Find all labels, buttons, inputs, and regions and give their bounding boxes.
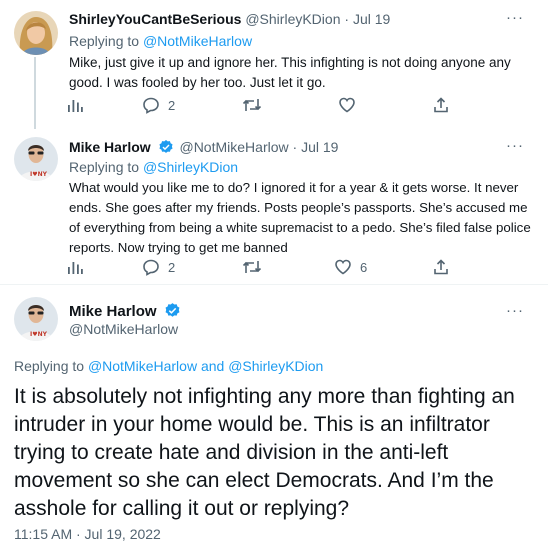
share-icon	[434, 259, 448, 275]
separator-dot: ·	[292, 139, 298, 155]
reply-button[interactable]: 2	[142, 258, 175, 276]
replying-to-link[interactable]: @NotMikeHarlow	[143, 33, 252, 49]
replying-to: Replying to @NotMikeHarlow	[69, 33, 252, 49]
more-icon[interactable]: ···	[506, 137, 524, 154]
display-name[interactable]: ShirleyYouCantBeSerious	[69, 11, 241, 27]
reply-count: 2	[168, 259, 176, 275]
handle[interactable]: @NotMikeHarlow	[179, 139, 288, 155]
action-bar: 2 6	[66, 258, 486, 278]
retweet-icon	[242, 261, 262, 273]
reply-button[interactable]: 2	[142, 96, 175, 114]
reply-icon	[143, 97, 159, 114]
reply-icon	[143, 259, 159, 276]
more-icon[interactable]: ···	[506, 302, 524, 319]
tweet-text: Mike, just give it up and ignore her. Th…	[69, 55, 511, 90]
tweet-date[interactable]: Jul 19	[301, 139, 338, 155]
tweet-header: ShirleyYouCantBeSerious @ShirleyKDion · …	[69, 11, 390, 27]
avatar-shirley[interactable]	[14, 11, 58, 55]
tweet-header: Mike Harlow @NotMikeHarlow · Jul 19	[69, 139, 338, 155]
verified-badge-icon	[165, 303, 180, 317]
handle[interactable]: @NotMikeHarlow	[69, 321, 178, 337]
tweet-date[interactable]: Jul 19	[353, 11, 390, 27]
separator-dot: ·	[344, 11, 350, 27]
action-bar: 2	[66, 96, 486, 116]
display-name[interactable]: Mike Harlow	[69, 303, 157, 320]
replying-prefix: Replying to	[69, 33, 140, 49]
thread-line	[34, 57, 36, 129]
like-count: 6	[360, 259, 368, 275]
more-icon[interactable]: ···	[506, 9, 524, 26]
display-name-row: Mike Harlow	[69, 302, 183, 320]
reply-count: 2	[168, 97, 176, 113]
replying-to: Replying to @ShirleyKDion	[69, 159, 238, 175]
avatar-shirt-text: I♥NY	[30, 171, 48, 178]
analytics-icon	[68, 100, 83, 112]
like-button[interactable]: 6	[334, 258, 367, 276]
avatar-shirt-text: I♥NY	[30, 331, 48, 338]
like-button[interactable]	[338, 96, 356, 114]
main-tweet: I♥NY Mike Harlow @NotMikeHarlow ··· Repl…	[0, 285, 548, 557]
reply-tweet-mike[interactable]: I♥NY Mike Harlow @NotMikeHarlow · Jul 19…	[0, 128, 548, 284]
reply-tweet-shirley[interactable]: ShirleyYouCantBeSerious @ShirleyKDion · …	[0, 0, 548, 129]
retweet-button[interactable]	[242, 258, 262, 276]
avatar-mike[interactable]: I♥NY	[14, 297, 58, 341]
tweet-timestamp[interactable]: 11:15 AM · Jul 19, 2022	[14, 526, 161, 542]
tweet-text: It is absolutely not infighting any more…	[14, 385, 515, 520]
replying-to-link[interactable]: @NotMikeHarlow and @ShirleyKDion	[88, 358, 323, 374]
retweet-button[interactable]	[242, 96, 262, 114]
replying-prefix: Replying to	[14, 358, 85, 374]
analytics-button[interactable]	[66, 258, 84, 276]
display-name[interactable]: Mike Harlow	[69, 139, 151, 155]
tweet-text: What would you like me to do? I ignored …	[69, 180, 531, 255]
handle[interactable]: @ShirleyKDion	[245, 11, 340, 27]
retweet-icon	[242, 99, 262, 111]
share-icon	[434, 97, 448, 113]
share-button[interactable]	[432, 96, 450, 114]
replying-prefix: Replying to	[69, 159, 140, 175]
share-button[interactable]	[432, 258, 450, 276]
replying-to-link[interactable]: @ShirleyKDion	[143, 159, 238, 175]
analytics-icon	[68, 262, 83, 274]
replying-to: Replying to @NotMikeHarlow and @ShirleyK…	[14, 358, 323, 374]
avatar-mike[interactable]: I♥NY	[14, 137, 58, 181]
verified-badge-icon	[159, 140, 173, 153]
like-icon	[339, 97, 355, 113]
like-icon	[335, 259, 351, 275]
analytics-button[interactable]	[66, 96, 84, 114]
